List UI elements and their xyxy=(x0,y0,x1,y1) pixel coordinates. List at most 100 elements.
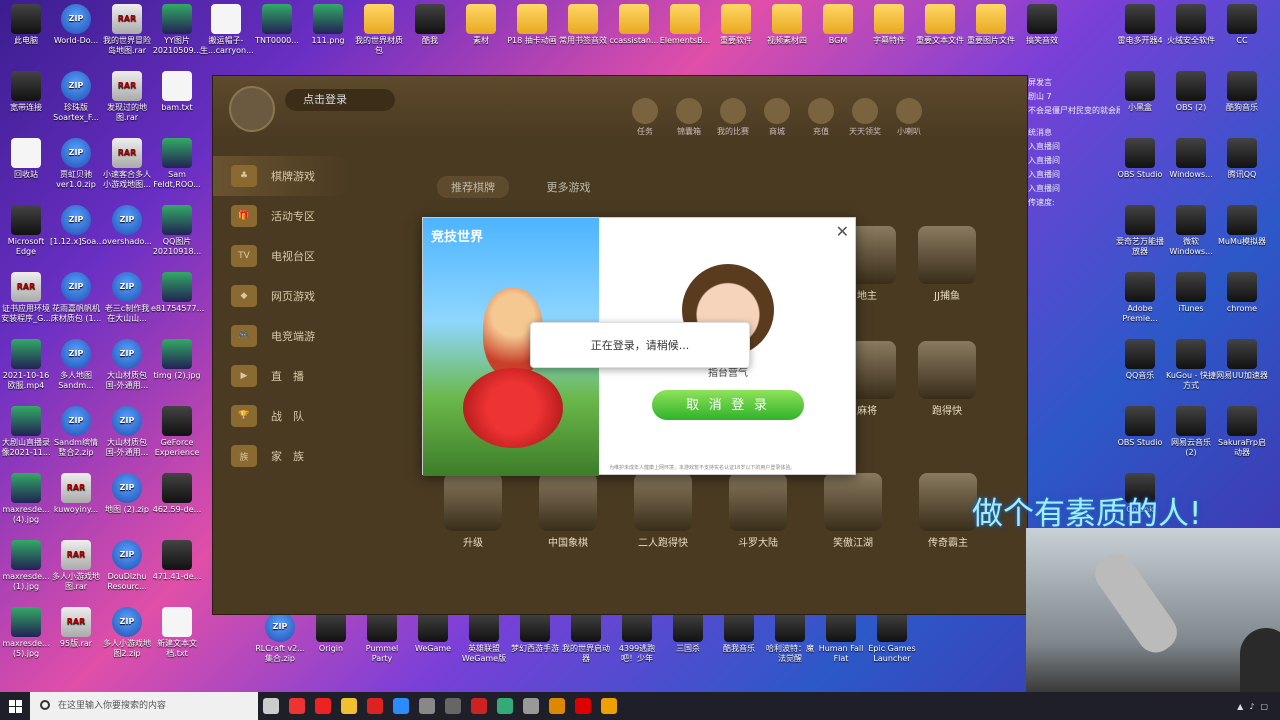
desktop-icon[interactable]: RAR kuwoyiny... xyxy=(50,473,102,515)
desktop-icon[interactable]: bam.txt xyxy=(151,71,203,113)
click-login-link[interactable]: 点击登录 xyxy=(285,89,395,111)
client-top-icon[interactable]: 任务 xyxy=(627,98,663,137)
sidebar-item[interactable]: 族家 族 xyxy=(213,436,353,476)
desktop-icon[interactable]: QQ图片 20210918... xyxy=(151,205,203,257)
game-tile[interactable]: 笑傲江湖 xyxy=(817,473,889,549)
desktop-icon[interactable]: timg (2).jpg xyxy=(151,339,203,381)
desktop-icon[interactable]: OBS Studio xyxy=(1114,138,1166,180)
desktop-icon[interactable]: 哈利波特：魔法觉醒 xyxy=(764,612,816,664)
desktop-icon[interactable]: 此电脑 xyxy=(0,4,52,46)
desktop-icon[interactable]: BGM xyxy=(812,4,864,46)
sidebar-item[interactable]: ◆ 网页游戏 xyxy=(213,276,353,316)
desktop-icon[interactable]: Pummel Party xyxy=(356,612,408,664)
desktop-icon[interactable]: Windows... xyxy=(1165,138,1217,180)
desktop-icon[interactable]: maxresde... (1).jpg xyxy=(0,540,52,592)
desktop-icon[interactable]: ZIP 多人地图 Sandm... xyxy=(50,339,102,391)
desktop-icon[interactable]: 酷我音乐 xyxy=(713,612,765,654)
sidebar-item[interactable]: ♣ 棋牌游戏 xyxy=(213,156,351,196)
desktop-icon[interactable]: KuGou - 快捷方式 xyxy=(1165,339,1217,391)
desktop-icon[interactable]: ZIP 地图 (2).zip xyxy=(101,473,153,515)
chrome-icon[interactable] xyxy=(284,692,310,720)
client-top-icon[interactable]: 商城 xyxy=(759,98,795,137)
task-view-icon[interactable] xyxy=(258,692,284,720)
desktop-icon[interactable]: 爱奇艺万能播放器 xyxy=(1114,205,1166,257)
desktop-icon[interactable]: ZIP 花雨嘉帆帆机床材质包 (1... xyxy=(50,272,102,324)
desktop-icon[interactable]: ZIP 大山材质包 国-外通用... xyxy=(101,339,153,391)
game-tile[interactable]: 中国象棋 xyxy=(532,473,604,549)
client-top-icon[interactable]: 充值 xyxy=(803,98,839,137)
sidebar-item[interactable]: ▶ 直 播 xyxy=(213,356,353,396)
game-tile[interactable]: 跑得快 xyxy=(911,341,983,417)
sidebar-item[interactable]: 🎮 电竞端游 xyxy=(213,316,353,356)
desktop-icon[interactable]: ZIP 大山材质包 国-外通用... xyxy=(101,406,153,458)
desktop-icon[interactable]: ZIP DouDizhu Resourc... xyxy=(101,540,153,592)
desktop-icon[interactable]: RAR 小速客合多人小游戏地图... xyxy=(101,138,153,190)
desktop-icon[interactable]: 雷电多开器4 xyxy=(1114,4,1166,46)
desktop-icon[interactable]: 大剧山直播录像2021-11... xyxy=(0,406,52,458)
desktop-icon[interactable]: OBS Studio xyxy=(1114,406,1166,448)
desktop-icon[interactable]: 471.41-de... xyxy=(151,540,203,582)
network-icon[interactable]: ▲ xyxy=(1237,702,1243,711)
cancel-login-button[interactable]: 取 消 登 录 xyxy=(652,390,804,420)
kugou-icon[interactable] xyxy=(388,692,414,720)
desktop-icon[interactable]: ElementsB... xyxy=(659,4,711,46)
desktop-icon[interactable]: 111.png xyxy=(302,4,354,46)
desktop-icon[interactable]: ZIP 贾虹贝驰 ver1.0.zip xyxy=(50,138,102,190)
desktop-icon[interactable]: 我的世界材质包 xyxy=(353,4,405,56)
desktop-icon[interactable]: Adobe Premie... xyxy=(1114,272,1166,324)
desktop-icon[interactable]: WeGame xyxy=(407,612,459,654)
sidebar-item[interactable]: 🏆 战 队 xyxy=(213,396,353,436)
desktop-icon[interactable]: ZIP Sandm缤情 整合2.zip xyxy=(50,406,102,458)
desktop-icon[interactable]: SakuraFrp启动器 xyxy=(1216,406,1268,458)
desktop-icon[interactable]: maxresde... (4).jpg xyxy=(0,473,52,525)
client-top-icon[interactable]: 我的比赛 xyxy=(715,98,751,137)
desktop-icon[interactable]: Sam Feldt,ROO... xyxy=(151,138,203,190)
desktop-icon[interactable]: ZIP 多人小游戏地图2.zip xyxy=(101,607,153,659)
desktop-icon[interactable]: ZIP overshado... xyxy=(101,205,153,247)
desktop-icon[interactable]: 重要文本文件 xyxy=(914,4,966,46)
desktop-icon[interactable]: OBS (2) xyxy=(1165,71,1217,113)
desktop-icon[interactable]: ZIP 老三c制作我在大山山... xyxy=(101,272,153,324)
client-top-icon[interactable]: 天天领奖 xyxy=(847,98,883,137)
desktop-icon[interactable]: ccassistan... xyxy=(608,4,660,46)
desktop-icon[interactable]: 素材 xyxy=(455,4,507,46)
desktop-icon[interactable]: 酷狗音乐 xyxy=(1216,71,1268,113)
tab-recommended-cards[interactable]: 推荐棋牌 xyxy=(437,176,509,198)
jj-client-icon[interactable] xyxy=(596,692,622,720)
desktop-icon[interactable]: MuMu模拟器 xyxy=(1216,205,1268,247)
file-explorer-icon[interactable] xyxy=(336,692,362,720)
desktop-icon[interactable]: maxresde... (5).jpg xyxy=(0,607,52,659)
obs-icon[interactable] xyxy=(414,692,440,720)
desktop-icon[interactable]: RAR 我的世界冒险岛地图.rar xyxy=(101,4,153,56)
start-button[interactable] xyxy=(0,692,30,720)
desktop-icon[interactable]: YY图片 20210509... xyxy=(151,4,203,56)
game-tile[interactable]: JJ捕鱼 xyxy=(911,226,983,302)
desktop-icon[interactable]: 重要图片文件 xyxy=(965,4,1017,46)
notification-icon[interactable]: ▢ xyxy=(1260,702,1268,711)
desktop-icon[interactable]: RAR 多人小游戏地图.rar xyxy=(50,540,102,592)
desktop-icon[interactable]: ZIP RLCraft v2...集合.zip xyxy=(254,612,306,664)
netease-music-icon[interactable] xyxy=(466,692,492,720)
desktop-icon[interactable]: Origin xyxy=(305,612,357,654)
sidebar-item[interactable]: 🎁 活动专区 xyxy=(213,196,353,236)
desktop-icon[interactable]: CC xyxy=(1216,4,1268,46)
tab-more-games[interactable]: 更多游戏 xyxy=(533,176,605,198)
desktop-icon[interactable]: 英雄联盟 WeGame版 xyxy=(458,612,510,664)
taskbar-search[interactable]: 在这里输入你要搜索的内容 xyxy=(30,692,258,720)
game-app-icon[interactable] xyxy=(544,692,570,720)
desktop-icon[interactable]: 462.59-de... xyxy=(151,473,203,515)
client-top-icon[interactable]: 锦囊箱 xyxy=(671,98,707,137)
desktop-icon[interactable]: 腾讯QQ xyxy=(1216,138,1268,180)
desktop-icon[interactable]: 微软 Windows... xyxy=(1165,205,1217,257)
desktop-icon[interactable]: Microsoft Edge xyxy=(0,205,52,257)
desktop-icon[interactable]: 小黑盒 xyxy=(1114,71,1166,113)
opera-icon[interactable] xyxy=(310,692,336,720)
desktop-icon[interactable]: 网易UU加速器 xyxy=(1216,339,1268,381)
desktop-icon[interactable]: RAR 证书应用环境安装程序_G... xyxy=(0,272,52,324)
desktop-icon[interactable]: 视频素材四 xyxy=(761,4,813,46)
desktop-icon[interactable]: 梦幻西游手游 xyxy=(509,612,561,654)
desktop-icon[interactable]: 4399逃跑吧！少年 xyxy=(611,612,663,664)
desktop-icon[interactable]: 字幕特件 xyxy=(863,4,915,46)
desktop-icon[interactable]: GeForce Experience xyxy=(151,406,203,458)
desktop-icon[interactable]: iTunes xyxy=(1165,272,1217,314)
